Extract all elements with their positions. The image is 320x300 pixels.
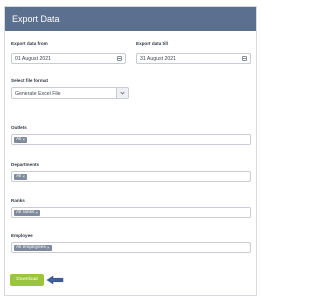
departments-label: Departments xyxy=(11,162,40,167)
file-format-select[interactable]: Generate Excel File xyxy=(11,87,129,99)
departments-multiselect[interactable]: All × xyxy=(11,171,251,182)
departments-tag[interactable]: All × xyxy=(14,173,28,180)
ranks-label: Ranks xyxy=(11,198,25,203)
employee-label: Employee xyxy=(11,233,33,238)
ranks-tag[interactable]: All ranks × xyxy=(14,209,41,216)
ranks-multiselect[interactable]: All ranks × xyxy=(11,207,251,218)
export-till-field[interactable]: 31 August 2021 xyxy=(136,53,251,64)
export-till-label: Export data till xyxy=(136,41,168,46)
export-from-value: 01 August 2021 xyxy=(15,56,52,62)
chevron-down-icon[interactable] xyxy=(116,88,128,98)
employee-multiselect[interactable]: All employees × xyxy=(11,242,251,253)
dialog-title: Export Data xyxy=(12,14,60,24)
remove-tag-icon[interactable]: × xyxy=(47,245,50,251)
export-from-field[interactable]: 01 August 2021 xyxy=(11,53,126,64)
employee-tag[interactable]: All employees × xyxy=(14,244,52,251)
file-format-selected: Generate Excel File xyxy=(15,90,61,97)
export-from-label: Export data from xyxy=(11,41,48,46)
remove-tag-icon[interactable]: × xyxy=(35,210,38,216)
arrow-left-icon xyxy=(46,275,64,285)
remove-tag-icon[interactable]: × xyxy=(22,137,25,143)
export-data-dialog: Export Data Export data from 01 August 2… xyxy=(4,6,257,296)
outlets-multiselect[interactable]: All × xyxy=(11,134,251,145)
ranks-tag-label: All ranks xyxy=(16,209,35,215)
dialog-header: Export Data xyxy=(5,7,256,31)
remove-tag-icon[interactable]: × xyxy=(22,174,25,180)
file-format-label: Select file format xyxy=(11,78,49,83)
download-button[interactable]: Download xyxy=(10,274,44,286)
employee-tag-label: All employees xyxy=(16,244,46,250)
outlets-tag-label: All xyxy=(16,136,22,142)
outlets-tag[interactable]: All × xyxy=(14,136,28,143)
calendar-icon[interactable] xyxy=(117,56,122,61)
export-till-value: 31 August 2021 xyxy=(140,56,177,62)
departments-tag-label: All xyxy=(16,173,22,179)
calendar-icon[interactable] xyxy=(242,56,247,61)
outlets-label: Outlets xyxy=(11,125,27,130)
